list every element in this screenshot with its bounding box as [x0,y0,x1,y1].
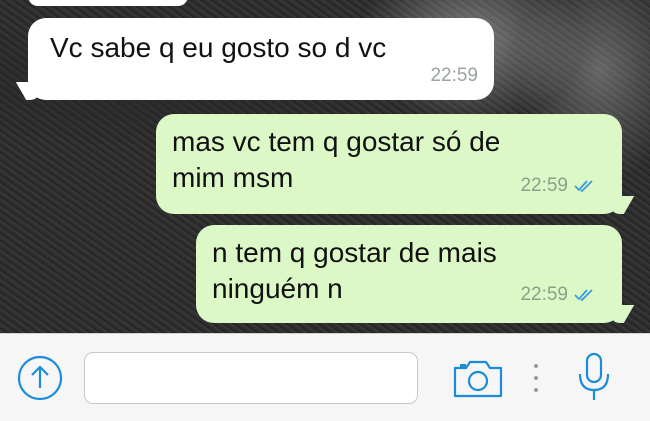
camera-icon [453,360,503,398]
outgoing-message-bubble[interactable]: n tem q gostar de mais ninguém n 22:59 [196,225,635,323]
message-time: 22:59 [520,284,568,305]
double-check-read-icon [574,289,593,302]
message-time: 22:59 [430,65,478,86]
chat-area: Vc sabe q eu gosto so d vc 22:59 mas vc … [0,0,650,333]
bubble-tail [15,82,45,100]
share-button[interactable] [16,354,64,402]
message-input-bar [0,333,650,421]
message-timestamp: 22:59 [430,58,478,94]
separator-dots [533,364,539,392]
bubble-tail [605,305,635,323]
message-timestamp: 22:59 [520,168,596,204]
previous-message-bubble[interactable] [28,0,188,6]
double-check-read-icon [574,180,593,193]
message-text: mas vc tem q gostar só de mim msm [172,126,501,193]
incoming-message-bubble[interactable]: Vc sabe q eu gosto so d vc 22:59 [15,18,494,100]
message-time: 22:59 [520,175,568,196]
microphone-button[interactable] [572,350,616,406]
microphone-icon [578,352,610,400]
outgoing-message-bubble[interactable]: mas vc tem q gostar só de mim msm 22:59 [156,114,635,214]
camera-button[interactable] [452,356,504,400]
bubble-tail [605,196,635,214]
message-timestamp: 22:59 [520,277,596,313]
message-text: n tem q gostar de mais ninguém n [212,237,497,304]
upload-arrow-icon [17,355,63,401]
message-input[interactable] [84,352,418,404]
message-text: Vc sabe q eu gosto so d vc [50,32,387,63]
